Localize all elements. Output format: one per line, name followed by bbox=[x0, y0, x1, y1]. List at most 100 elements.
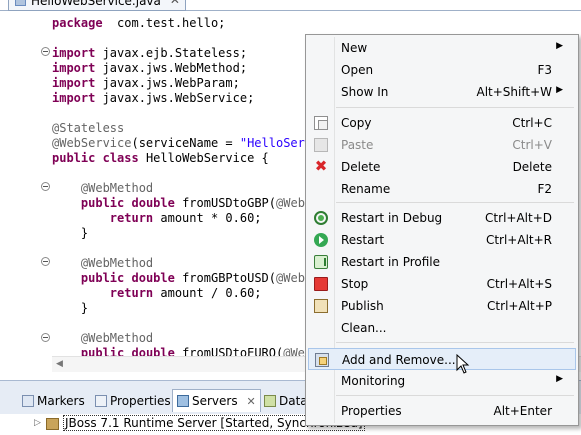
menu-item-restart[interactable]: Restart Ctrl+Alt+R bbox=[308, 229, 576, 251]
menu-item-restart-in-profile[interactable]: Restart in Profile bbox=[308, 251, 576, 273]
menu-separator bbox=[336, 107, 574, 108]
java-file-icon bbox=[15, 0, 26, 6]
code-token: return bbox=[109, 211, 154, 225]
code-line: import javax.ejb.Stateless; bbox=[52, 46, 247, 61]
menu-item-shortcut: Ctrl+C bbox=[512, 116, 552, 130]
menu-separator bbox=[336, 202, 574, 203]
code-token: public bbox=[52, 151, 96, 165]
menu-item-monitoring[interactable]: Monitoring ▶ bbox=[308, 370, 576, 392]
code-token: amount / 0.60; bbox=[153, 286, 262, 300]
menu-item-label: Properties bbox=[341, 404, 402, 418]
code-token: import bbox=[52, 91, 96, 105]
menu-item-stop[interactable]: Stop Ctrl+Alt+S bbox=[308, 273, 576, 295]
code-token: double bbox=[131, 271, 175, 285]
code-token: javax.jws.WebMethod; bbox=[95, 61, 248, 75]
code-token: class bbox=[102, 151, 139, 165]
editor-tab-hellowebservice[interactable]: HelloWebService.java ✕ bbox=[8, 0, 186, 11]
code-token: amount * 0.60; bbox=[153, 211, 262, 225]
code-line: import javax.jws.WebMethod; bbox=[52, 61, 247, 76]
code-token: import bbox=[52, 46, 96, 60]
paste-icon bbox=[314, 138, 328, 152]
menu-item-rename[interactable]: Rename F2 bbox=[308, 178, 576, 200]
code-token: @WebMethod bbox=[80, 331, 154, 345]
menu-item-label: Publish bbox=[341, 299, 384, 313]
profile-icon bbox=[314, 255, 328, 269]
tab-servers[interactable]: Servers ✕ bbox=[172, 389, 261, 412]
menu-item-new[interactable]: New ▶ bbox=[308, 37, 576, 59]
menu-item-restart-in-debug[interactable]: Restart in Debug Ctrl+Alt+D bbox=[308, 207, 576, 229]
menu-item-properties[interactable]: Properties Alt+Enter bbox=[308, 400, 576, 422]
code-line: import javax.jws.WebService; bbox=[52, 91, 254, 106]
code-line: @Stateless bbox=[52, 121, 124, 136]
menu-item-shortcut: Alt+Enter bbox=[493, 404, 552, 418]
tab-label: Servers bbox=[192, 394, 238, 408]
menu-item-label: Rename bbox=[341, 182, 391, 196]
data-source-icon bbox=[264, 395, 276, 407]
menu-item-shortcut: Ctrl+Alt+D bbox=[485, 211, 552, 225]
publish-icon bbox=[314, 299, 328, 313]
code-line: public class HelloWebService { bbox=[52, 151, 269, 166]
menu-item-publish[interactable]: Publish Ctrl+Alt+P bbox=[308, 295, 576, 317]
fold-toggle-icon[interactable] bbox=[41, 257, 50, 266]
code-line: public double fromUSDtoGBP(@WebP bbox=[52, 196, 312, 211]
code-line: @WebMethod bbox=[52, 256, 153, 271]
menu-item-label: New bbox=[341, 41, 368, 55]
tab-markers[interactable]: Markers bbox=[18, 390, 85, 412]
menu-separator bbox=[336, 395, 574, 396]
close-icon[interactable]: ✕ bbox=[170, 0, 180, 7]
tab-properties[interactable]: Properties bbox=[91, 390, 171, 412]
code-token: double bbox=[131, 196, 175, 210]
code-token: "HelloServ bbox=[239, 136, 313, 150]
code-token: return bbox=[109, 286, 154, 300]
code-token: package bbox=[52, 16, 103, 30]
menu-item-shortcut: F3 bbox=[537, 63, 552, 77]
code-token: @Stateless bbox=[52, 121, 125, 135]
code-line: return amount / 0.60; bbox=[52, 286, 262, 301]
server-icon bbox=[46, 418, 59, 430]
menu-item-label: Paste bbox=[341, 138, 374, 152]
close-icon[interactable]: ✕ bbox=[246, 395, 255, 408]
menu-item-shortcut: Alt+Shift+W bbox=[476, 85, 553, 99]
menu-item-open[interactable]: Open F3 bbox=[308, 59, 576, 81]
menu-item-label: Delete bbox=[341, 160, 381, 174]
fold-toggle-icon[interactable] bbox=[41, 47, 50, 56]
submenu-arrow-icon: ▶ bbox=[556, 85, 563, 95]
code-token: fromUSDtoGBP( bbox=[174, 196, 277, 210]
code-token: fromGBPtoUSD( bbox=[174, 271, 277, 285]
markers-icon bbox=[22, 395, 34, 407]
fold-toggle-icon[interactable] bbox=[41, 182, 50, 191]
submenu-arrow-icon: ▶ bbox=[556, 374, 563, 384]
menu-item-copy[interactable]: Copy Ctrl+C bbox=[308, 112, 576, 134]
tab-data-source[interactable]: Data bbox=[260, 390, 308, 412]
menu-item-show-in[interactable]: Show In Alt+Shift+W ▶ bbox=[308, 81, 576, 103]
code-line: package com.test.hello; bbox=[52, 16, 225, 31]
tab-label: Properties bbox=[110, 394, 171, 408]
menu-item-add-and-remove[interactable]: Add and Remove... bbox=[308, 348, 576, 370]
tab-label: Data bbox=[279, 394, 308, 408]
editor-tab-label: HelloWebService.java bbox=[31, 0, 161, 8]
code-token: com.test.hello; bbox=[102, 16, 226, 30]
menu-item-label: Monitoring bbox=[341, 374, 406, 388]
copy-icon bbox=[314, 116, 328, 130]
menu-item-paste[interactable]: Paste Ctrl+V bbox=[308, 134, 576, 156]
code-line: public double fromGBPtoUSD(@WebP bbox=[52, 271, 312, 286]
expand-icon[interactable]: ▷ bbox=[34, 418, 41, 428]
scroll-left-icon[interactable]: ◀ bbox=[56, 359, 63, 369]
menu-item-delete[interactable]: ✖ Delete Delete bbox=[308, 156, 576, 178]
restart-icon bbox=[314, 233, 328, 247]
code-token: javax.jws.WebParam; bbox=[95, 76, 240, 90]
debug-icon bbox=[314, 211, 328, 225]
menu-item-clean[interactable]: Clean... bbox=[308, 317, 576, 339]
context-menu: New ▶ Open F3 Show In Alt+Shift+W ▶ Copy Ctrl+C P… bbox=[305, 34, 579, 426]
code-token: (serviceName = bbox=[131, 136, 240, 150]
menu-item-shortcut: Ctrl+Alt+S bbox=[486, 277, 552, 291]
fold-toggle-icon[interactable] bbox=[41, 333, 50, 342]
stop-icon bbox=[314, 277, 328, 291]
menu-item-shortcut: Ctrl+Alt+R bbox=[485, 233, 552, 247]
